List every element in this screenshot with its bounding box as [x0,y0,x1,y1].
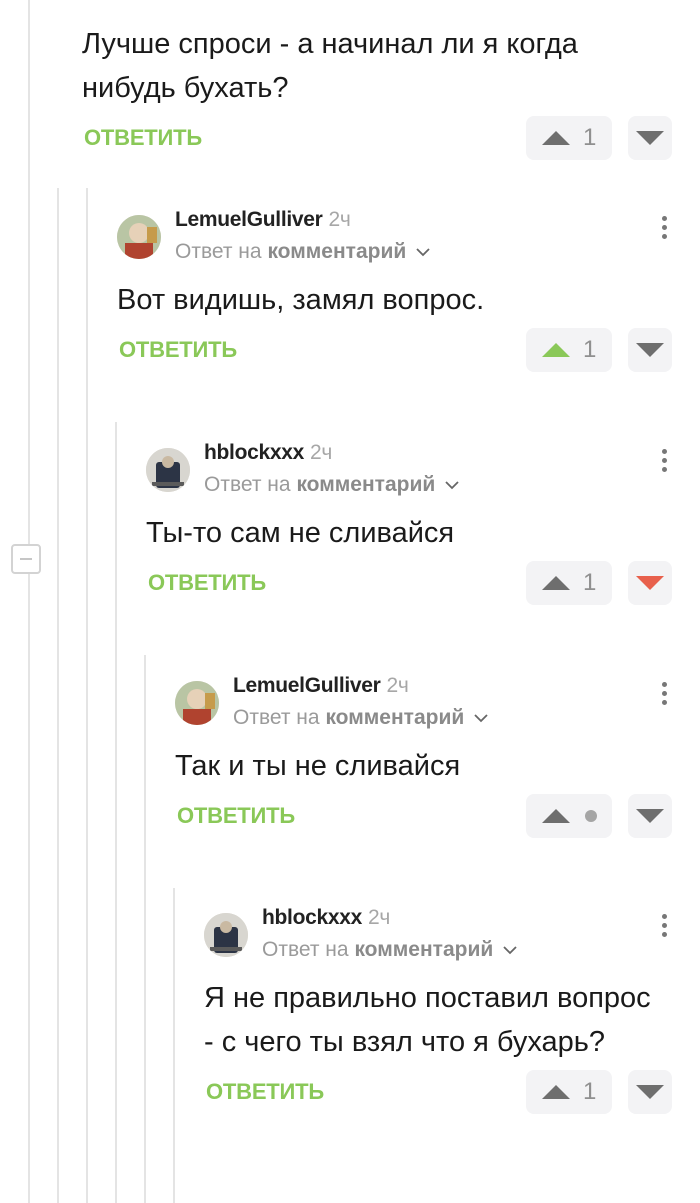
thread-line [86,188,88,1203]
more-vertical-icon[interactable] [656,914,672,946]
rating-count: 1 [583,569,597,596]
username-text[interactable]: hblockxxx [262,906,362,929]
comment: LemuelGulliver 2ч Ответ на комментарий Та… [175,664,700,838]
avatar[interactable] [146,448,190,492]
upvote-button[interactable] [526,794,612,838]
arrow-down-icon [636,131,664,145]
username-text[interactable]: LemuelGulliver [233,674,381,697]
comment-header: hblockxxx 2ч Ответ на комментарий [204,896,700,964]
comment: hblockxxx 2ч Ответ на комментарий Ты-то с… [146,431,700,605]
reply-button[interactable]: ОТВЕТИТЬ [206,1079,324,1105]
upvote-button[interactable]: 1 [526,328,612,372]
chevron-down-icon[interactable] [416,248,430,257]
upvote-button[interactable]: 1 [526,1070,612,1114]
comment-text: Я не правильно поставил вопрос - с чего … [204,982,651,1058]
arrow-up-icon [542,1085,570,1099]
username[interactable]: hblockxxx 2ч [204,441,332,465]
downvote-button[interactable] [628,561,672,605]
thread-line [173,888,175,1203]
more-vertical-icon[interactable] [656,216,672,248]
upvote-button[interactable]: 1 [526,116,612,160]
arrow-up-icon [542,343,570,357]
comment-text: Так и ты не сливайся [175,750,461,782]
thread-line [115,422,117,1203]
comment-time: 2ч [328,208,351,231]
comment-actions: ОТВЕТИТЬ 1 [204,1070,700,1114]
comment-header: hblockxxx 2ч Ответ на комментарий [146,431,700,499]
comment-actions: ОТВЕТИТЬ 1 [146,561,700,605]
comment-header: LemuelGulliver 2ч Ответ на комментарий [175,664,700,732]
reply-prefix: Ответ на [204,473,291,496]
more-vertical-icon[interactable] [656,449,672,481]
username[interactable]: LemuelGulliver 2ч [175,208,351,232]
downvote-button[interactable] [628,328,672,372]
comment-actions: ОТВЕТИТЬ [175,794,700,838]
comment-actions: ОТВЕТИТЬ 1 [117,328,700,372]
downvote-button[interactable] [628,1070,672,1114]
reply-prefix: Ответ на [175,240,262,263]
thread-line [144,655,146,1203]
avatar[interactable] [117,215,161,259]
comment-time: 2ч [368,906,391,929]
reply-to-line: Ответ на комментарий [175,240,430,264]
rating-count: 1 [583,336,597,363]
reply-target-link[interactable]: комментарий [354,938,493,961]
upvote-button[interactable]: 1 [526,561,612,605]
comment-header: LemuelGulliver 2ч Ответ на комментарий [117,198,700,266]
collapse-thread-button[interactable] [11,544,41,574]
reply-button[interactable]: ОТВЕТИТЬ [119,337,237,363]
comment-text: Вот видишь, замял вопрос. [117,284,485,316]
avatar[interactable] [204,913,248,957]
comment: LemuelGulliver 2ч Ответ на комментарий Во… [117,198,700,372]
chevron-down-icon[interactable] [503,946,517,955]
rating-hidden-dot [585,810,597,822]
reply-to-line: Ответ на комментарий [204,473,459,497]
reply-button[interactable]: ОТВЕТИТЬ [84,125,202,151]
arrow-up-icon [542,576,570,590]
downvote-button[interactable] [628,116,672,160]
reply-button[interactable]: ОТВЕТИТЬ [177,803,295,829]
comment-time: 2ч [386,674,409,697]
reply-target-link[interactable]: комментарий [267,240,406,263]
comment: Лучше спроси - а начинал ли я когда нибу… [82,0,700,160]
username-text[interactable]: hblockxxx [204,441,304,464]
avatar[interactable] [175,681,219,725]
arrow-down-icon [636,809,664,823]
reply-target-link[interactable]: комментарий [296,473,435,496]
arrow-down-icon [636,343,664,357]
reply-to-line: Ответ на комментарий [233,706,488,730]
reply-prefix: Ответ на [262,938,349,961]
comment-time: 2ч [310,441,333,464]
comment-text: Лучше спроси - а начинал ли я когда нибу… [82,28,578,104]
thread-line [28,574,30,1203]
chevron-down-icon[interactable] [445,481,459,490]
reply-button[interactable]: ОТВЕТИТЬ [148,570,266,596]
thread-line [57,188,59,1203]
reply-prefix: Ответ на [233,706,320,729]
thread-line [28,0,30,544]
username[interactable]: hblockxxx 2ч [262,906,390,930]
reply-target-link[interactable]: комментарий [325,706,464,729]
arrow-down-icon [636,1085,664,1099]
more-vertical-icon[interactable] [656,682,672,714]
arrow-up-icon [542,809,570,823]
comment-text: Ты-то сам не сливайся [146,517,455,549]
reply-to-line: Ответ на комментарий [262,938,517,962]
username[interactable]: LemuelGulliver 2ч [233,674,409,698]
rating-count: 1 [583,124,597,151]
chevron-down-icon[interactable] [474,714,488,723]
rating-count: 1 [583,1078,597,1105]
comment-actions: ОТВЕТИТЬ 1 [82,116,700,160]
username-text[interactable]: LemuelGulliver [175,208,323,231]
downvote-button[interactable] [628,794,672,838]
arrow-down-icon [636,576,664,590]
comment: hblockxxx 2ч Ответ на комментарий Я не пр… [204,896,700,1114]
arrow-up-icon [542,131,570,145]
